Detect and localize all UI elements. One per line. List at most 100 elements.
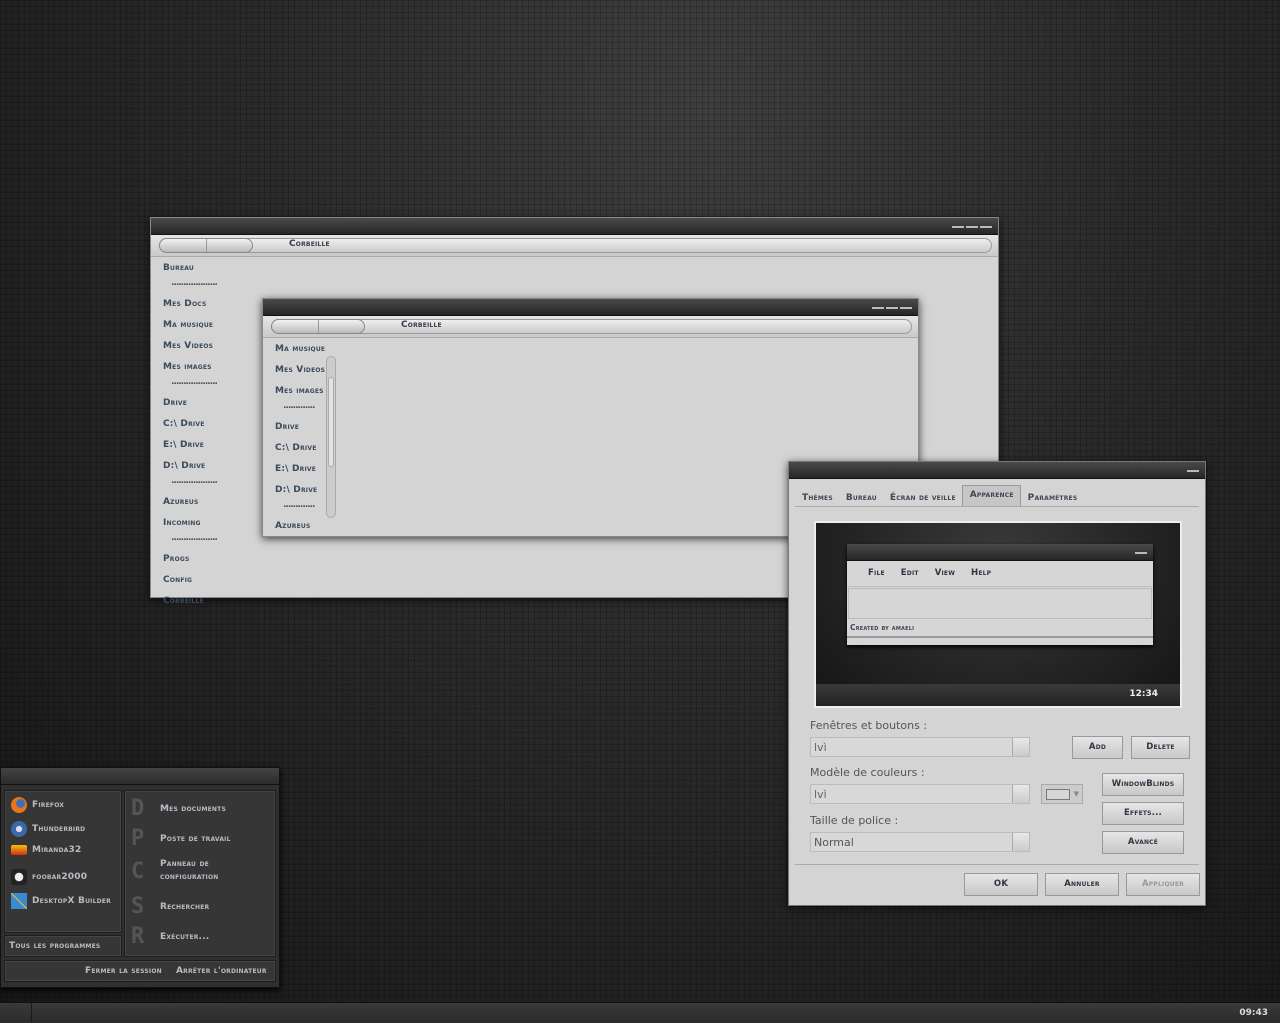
start-button[interactable] (0, 1003, 32, 1023)
preview-menu-view: View (934, 568, 956, 578)
sidebar-item[interactable]: Azureus (275, 516, 325, 536)
separator: ................... (171, 278, 218, 288)
tab-bureau[interactable]: Bureau (839, 487, 883, 506)
tab-themes[interactable]: Thèmes (795, 487, 839, 506)
sidebar-item[interactable]: E:\ Drive (163, 435, 217, 456)
sidebar-item[interactable]: Mes Videos (275, 360, 325, 381)
place-my-documents[interactable]: D Mes documents (131, 796, 226, 821)
back-button[interactable] (272, 320, 319, 333)
sidebar-item[interactable]: Config (163, 570, 217, 591)
window-controls[interactable] (1187, 467, 1199, 472)
preview-window: File Edit View Help Created by amaeli (847, 544, 1153, 645)
title-bar[interactable] (151, 218, 998, 235)
address-pill[interactable] (159, 238, 992, 253)
sidebar-item[interactable]: Azureus (163, 492, 217, 513)
sidebar-item[interactable]: Mes images (275, 381, 325, 402)
sidebar-item[interactable]: Corbeille (163, 591, 217, 612)
dropdown-button[interactable] (1012, 785, 1029, 803)
effects-button[interactable]: Effets... (1102, 802, 1184, 825)
sidebar-item[interactable]: Drive (275, 417, 325, 438)
sidebar-item[interactable]: Mes images (163, 357, 217, 378)
dropdown-button[interactable] (1012, 833, 1029, 851)
color-scheme-label: Modèle de couleurs : (810, 766, 925, 779)
tab-settings[interactable]: Paramètres (1021, 487, 1084, 506)
computer-glyph-icon: P (131, 826, 145, 851)
tab-screensaver[interactable]: Écran de veille (883, 487, 962, 506)
sidebar-item[interactable]: C:\ Drive (275, 438, 325, 459)
sidebar-item-bureau[interactable]: Bureau (163, 258, 217, 279)
delete-button[interactable]: Delete (1131, 736, 1190, 759)
dropdown-button[interactable] (1012, 738, 1029, 756)
back-button[interactable] (160, 239, 207, 252)
place-control-panel[interactable]: C Panneau de configuration (131, 858, 240, 884)
scrollbar-thumb[interactable] (328, 377, 334, 467)
title-bar[interactable] (789, 462, 1205, 479)
font-size-select[interactable]: Normal (810, 832, 1030, 852)
sidebar-item[interactable]: Ma musique (275, 339, 325, 360)
sidebar-item[interactable]: D:\ Drive (275, 480, 325, 501)
tab-bar: Thèmes Bureau Écran de veille Apparence … (795, 485, 1199, 507)
windows-buttons-label: Fenêtres et boutons : (810, 719, 928, 732)
program-firefox[interactable]: Firefox (11, 797, 64, 813)
documents-glyph-icon: D (131, 796, 145, 821)
forward-button[interactable] (207, 239, 253, 252)
taskbar-clock[interactable]: 09:43 (1239, 1008, 1268, 1018)
address-pill[interactable] (271, 319, 912, 334)
sidebar-item[interactable]: E:\ Drive (275, 459, 325, 480)
program-foobar[interactable]: foobar2000 (11, 869, 87, 885)
forward-button[interactable] (319, 320, 365, 333)
place-my-computer[interactable]: P Poste de travail (131, 826, 231, 851)
taskbar: 09:43 (0, 1002, 1280, 1023)
all-programs-button[interactable]: Tous les programmes (4, 935, 122, 957)
run-glyph-icon: R (131, 924, 145, 949)
nav-buttons[interactable] (271, 319, 365, 334)
program-desktopx[interactable]: DesktopX Builder (11, 893, 111, 909)
sidebar-item[interactable]: Incoming (163, 513, 217, 534)
sidebar-item[interactable]: Mes Docs (163, 294, 217, 315)
title-bar[interactable] (263, 299, 918, 316)
logoff-button[interactable]: Fermer la session (85, 966, 162, 976)
color-scheme-select[interactable]: lvì (810, 784, 1030, 804)
cancel-button[interactable]: Annuler (1045, 873, 1119, 896)
program-label: Thunderbird (32, 824, 86, 834)
place-label: Poste de travail (160, 833, 231, 844)
windowblinds-button[interactable]: WindowBlinds (1102, 773, 1184, 796)
sidebar-item[interactable]: D:\ Drive (163, 456, 217, 477)
separator: ................... (283, 501, 315, 510)
ok-button[interactable]: OK (964, 873, 1038, 896)
sidebar-item[interactable]: Progs (163, 549, 217, 570)
apply-button[interactable]: Appliquer (1126, 873, 1200, 896)
color-picker[interactable]: ▼ (1041, 784, 1083, 804)
windows-buttons-select[interactable]: lvì (810, 737, 1030, 757)
add-button[interactable]: Add (1072, 736, 1123, 759)
place-label: Rechercher (160, 901, 210, 912)
nav-buttons[interactable] (159, 238, 253, 253)
separator: ................... (283, 402, 315, 411)
program-label: Miranda32 (32, 845, 82, 855)
sidebar-item[interactable]: Mes Videos (163, 336, 217, 357)
preview-menu-edit: Edit (900, 568, 919, 578)
window-controls[interactable] (952, 223, 992, 228)
window-controls[interactable] (872, 304, 912, 309)
address-bar: Corbeille (263, 316, 918, 338)
preview-menu: File Edit View Help (847, 561, 1153, 587)
place-search[interactable]: S Rechercher (131, 894, 209, 919)
search-glyph-icon: S (131, 894, 145, 919)
place-label: Mes documents (160, 803, 226, 814)
shutdown-button[interactable]: Arrêter l'ordinateur (176, 966, 267, 976)
sidebar-item[interactable]: Ma musique (163, 315, 217, 336)
sidebar-item[interactable]: C:\ Drive (163, 414, 217, 435)
tab-appearance[interactable]: Apparence (961, 485, 1021, 506)
chevron-down-icon: ▼ (1073, 790, 1079, 798)
advanced-button[interactable]: Avancé (1102, 831, 1184, 854)
program-miranda[interactable]: Miranda32 (11, 845, 81, 855)
sidebar: Ma musique Mes Videos Mes images .......… (275, 339, 325, 536)
preview-area: File Edit View Help Created by amaeli 12… (814, 521, 1182, 708)
font-size-label: Taille de police : (810, 814, 899, 827)
sidebar-item[interactable]: Drive (163, 393, 217, 414)
program-thunderbird[interactable]: Thunderbird (11, 821, 85, 837)
sidebar-scrollbar[interactable] (326, 356, 336, 518)
foobar-icon (11, 869, 27, 885)
place-run[interactable]: R Exécuter... (131, 924, 209, 949)
desktopx-icon (11, 893, 27, 909)
